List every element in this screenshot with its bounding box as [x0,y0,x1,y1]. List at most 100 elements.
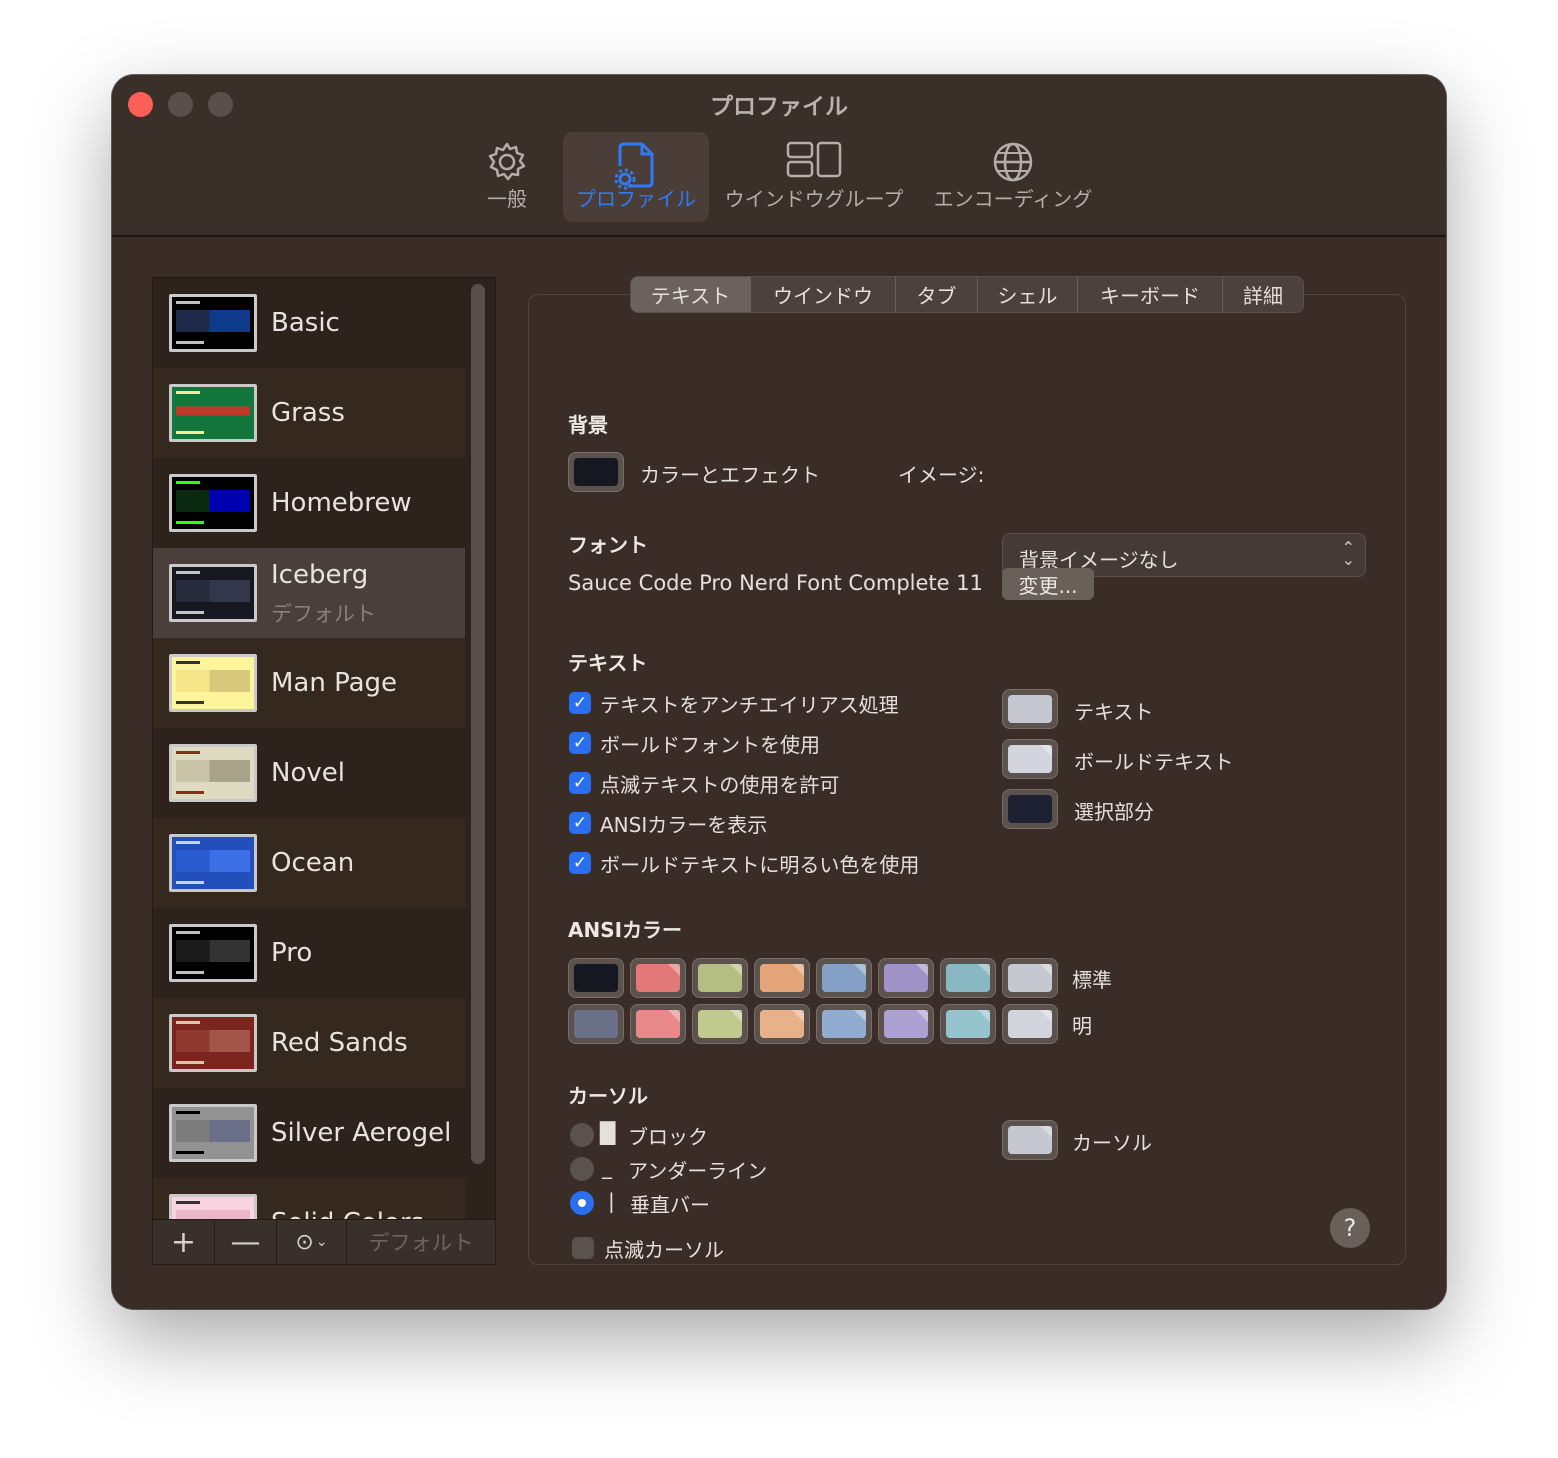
bold-font-label: ボールドフォントを使用 [600,733,820,757]
profile-row-basic[interactable]: Basic [153,278,465,368]
profile-row-homebrew[interactable]: Homebrew [153,458,465,548]
image-label: イメージ: [898,463,985,487]
profile-row-red-sands[interactable]: Red Sands [153,998,465,1088]
cursor-underline-glyph: _ [602,1155,612,1179]
blink-text-label: 点滅テキストの使用を許可 [600,773,840,797]
profile-thumbnail [169,924,257,982]
settings-tabs: テキスト ウインドウ タブ シェル キーボード 詳細 [630,276,1304,313]
ansi-normal-color-well-2[interactable] [692,958,748,998]
ansi-normal-color-well-3[interactable] [754,958,810,998]
profile-name: Grass [271,398,345,428]
tab-advanced[interactable]: 詳細 [1223,277,1303,312]
profile-thumbnail [169,564,257,622]
more-actions-button[interactable]: ⊙ ⌄ [277,1220,347,1264]
toolbar-window-groups[interactable]: ウインドウグループ [719,132,909,222]
profile-thumbnail [169,654,257,712]
profile-row-iceberg[interactable]: Iceberg デフォルト [153,548,465,638]
profile-name: Red Sands [271,1028,408,1058]
ansi-normal-color-well-6[interactable] [940,958,996,998]
profile-row-novel[interactable]: Novel [153,728,465,818]
text-heading: テキスト [568,651,648,675]
antialias-checkbox[interactable]: ✓ [569,692,591,714]
bright-bold-checkbox[interactable]: ✓ [569,852,591,874]
font-name: Sauce Code Pro Nerd Font Complete 11 [568,571,983,595]
tab-window[interactable]: ウインドウ [751,277,896,312]
ansi-heading: ANSIカラー [568,918,683,942]
ansi-normal-label: 標準 [1072,968,1112,992]
gear-icon [488,142,526,181]
bold-text-color-label: ボールドテキスト [1074,750,1234,774]
ansi-bright-color-well-2[interactable] [692,1004,748,1044]
profile-default-badge: デフォルト [271,602,376,626]
toolbar-profiles[interactable]: プロファイル [563,132,709,222]
profiles-pane: Basic Grass Homebrew Iceberg デフォルト Man P… [112,237,1446,1309]
profile-row-solid-colors[interactable]: Solid Colors [153,1178,465,1219]
toolbar-window-groups-label: ウインドウグループ [724,187,904,211]
profile-list-footer: + — ⊙ ⌄ デフォルト [152,1219,496,1265]
ansi-normal-color-well-4[interactable] [816,958,872,998]
toolbar-general-label: 一般 [487,187,527,211]
remove-profile-button[interactable]: — [215,1220,277,1264]
bold-font-checkbox[interactable]: ✓ [569,732,591,754]
window-title: プロファイル [710,94,848,120]
cursor-heading: カーソル [568,1084,648,1108]
cursor-block-radio[interactable] [570,1123,594,1147]
antialias-label: テキストをアンチエイリアス処理 [600,693,899,717]
profile-row-ocean[interactable]: Ocean [153,818,465,908]
ansi-normal-color-well-1[interactable] [630,958,686,998]
profile-document-icon [614,142,654,190]
cursor-color-well[interactable] [1002,1120,1058,1160]
ansi-bright-color-well-0[interactable] [568,1004,624,1044]
text-color-well[interactable] [1002,689,1058,729]
profile-row-grass[interactable]: Grass [153,368,465,458]
set-default-button[interactable]: デフォルト [347,1220,495,1264]
blink-text-checkbox[interactable]: ✓ [569,772,591,794]
toolbar-encodings[interactable]: エンコーディング [926,132,1100,222]
profile-thumbnail [169,744,257,802]
preferences-window: プロファイル 一般 プロファイル ウインドウグループ エンコーディング Basi… [112,75,1446,1309]
ansi-bright-color-well-4[interactable] [816,1004,872,1044]
help-button[interactable]: ? [1330,1208,1370,1248]
ansi-bright-color-well-6[interactable] [940,1004,996,1044]
titlebar: プロファイル 一般 プロファイル ウインドウグループ エンコーディング [112,75,1446,237]
ansi-colors-checkbox[interactable]: ✓ [569,812,591,834]
profile-row-man-page[interactable]: Man Page [153,638,465,728]
background-color-well[interactable] [568,452,624,492]
tab-shell[interactable]: シェル [978,277,1078,312]
add-profile-button[interactable]: + [153,1220,215,1264]
ansi-normal-color-well-5[interactable] [878,958,934,998]
profile-thumbnail [169,1194,257,1219]
ansi-bright-color-well-5[interactable] [878,1004,934,1044]
profile-row-pro[interactable]: Pro [153,908,465,998]
profile-row-silver-aerogel[interactable]: Silver Aerogel [153,1088,465,1178]
profile-list[interactable]: Basic Grass Homebrew Iceberg デフォルト Man P… [152,277,496,1220]
bright-bold-label: ボールドテキストに明るい色を使用 [600,853,920,877]
bold-text-color-well[interactable] [1002,739,1058,779]
cursor-block-label: ブロック [628,1125,708,1149]
profile-thumbnail [169,294,257,352]
tab-text[interactable]: テキスト [631,277,751,312]
background-effects-label: カラーとエフェクト [640,463,820,487]
blink-cursor-label: 点滅カーソル [604,1238,724,1262]
tab-keyboard[interactable]: キーボード [1078,277,1223,312]
change-font-button[interactable]: 変更... [1002,568,1094,600]
ansi-bright-color-well-1[interactable] [630,1004,686,1044]
ansi-bright-color-well-7[interactable] [1002,1004,1058,1044]
profile-list-scrollbar[interactable] [471,284,485,1164]
toolbar-general[interactable]: 一般 [472,132,542,222]
selection-color-well[interactable] [1002,789,1058,829]
ansi-normal-color-well-0[interactable] [568,958,624,998]
profile-name: Novel [271,758,345,788]
cursor-vertical-bar-radio[interactable] [570,1191,594,1215]
globe-icon [993,142,1033,182]
ansi-normal-color-well-7[interactable] [1002,958,1058,998]
cursor-underline-radio[interactable] [570,1157,594,1181]
cursor-color-label: カーソル [1072,1131,1152,1155]
profile-name: Basic [271,308,340,338]
cursor-underline-label: アンダーライン [628,1159,768,1183]
tab-tab[interactable]: タブ [896,277,978,312]
profile-name: Man Page [271,668,398,698]
blink-cursor-checkbox[interactable] [572,1237,594,1259]
ansi-bright-color-well-3[interactable] [754,1004,810,1044]
profile-thumbnail [169,384,257,442]
